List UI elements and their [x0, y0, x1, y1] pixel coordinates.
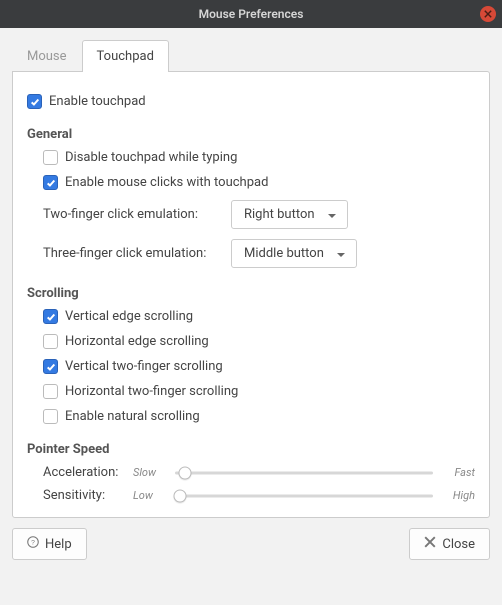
- horizontal-edge-checkbox[interactable]: [43, 334, 58, 349]
- tab-touchpad[interactable]: Touchpad: [82, 40, 169, 72]
- natural-scrolling-checkbox[interactable]: [43, 409, 58, 424]
- vertical-edge-checkbox[interactable]: [43, 309, 58, 324]
- vertical-edge-row: Vertical edge scrolling: [43, 309, 475, 324]
- slider-track: [175, 471, 433, 474]
- sensitivity-high: High: [443, 489, 475, 502]
- disable-while-typing-row: Disable touchpad while typing: [43, 150, 475, 165]
- three-finger-row: Three-finger click emulation: Middle but…: [43, 239, 475, 268]
- vertical-twofinger-row: Vertical two-finger scrolling: [43, 359, 475, 374]
- chevron-down-icon: [336, 249, 346, 259]
- horizontal-edge-row: Horizontal edge scrolling: [43, 334, 475, 349]
- acceleration-row: Acceleration: Slow Fast: [43, 465, 475, 480]
- titlebar: Mouse Preferences: [0, 0, 502, 28]
- two-finger-label: Two-finger click emulation:: [43, 207, 221, 222]
- natural-scrolling-label: Enable natural scrolling: [65, 409, 200, 424]
- enable-touchpad-checkbox[interactable]: [27, 94, 42, 109]
- section-title-scrolling: Scrolling: [27, 286, 475, 301]
- section-title-general: General: [27, 127, 475, 142]
- sensitivity-row: Sensitivity: Low High: [43, 488, 475, 503]
- three-finger-select[interactable]: Middle button: [231, 239, 357, 268]
- acceleration-label: Acceleration:: [43, 465, 123, 480]
- close-label: Close: [442, 537, 475, 552]
- vertical-twofinger-label: Vertical two-finger scrolling: [65, 359, 223, 374]
- slider-thumb[interactable]: [174, 489, 187, 502]
- scrolling-group: Vertical edge scrolling Horizontal edge …: [43, 309, 475, 424]
- sensitivity-label: Sensitivity:: [43, 488, 123, 503]
- two-finger-select[interactable]: Right button: [231, 200, 348, 229]
- chevron-down-icon: [327, 210, 337, 220]
- three-finger-value: Middle button: [244, 246, 324, 261]
- window-close-button[interactable]: [480, 6, 496, 22]
- horizontal-twofinger-row: Horizontal two-finger scrolling: [43, 384, 475, 399]
- enable-clicks-label: Enable mouse clicks with touchpad: [65, 175, 268, 190]
- general-group: Disable touchpad while typing Enable mou…: [43, 150, 475, 190]
- acceleration-low: Slow: [133, 466, 165, 479]
- disable-while-typing-checkbox[interactable]: [43, 150, 58, 165]
- svg-text:?: ?: [31, 540, 35, 547]
- three-finger-label: Three-finger click emulation:: [43, 246, 221, 261]
- slider-thumb[interactable]: [179, 466, 192, 479]
- slider-track: [175, 494, 433, 497]
- help-button[interactable]: ? Help: [12, 528, 87, 560]
- close-icon: [424, 536, 436, 552]
- enable-clicks-row: Enable mouse clicks with touchpad: [43, 175, 475, 190]
- acceleration-high: Fast: [443, 466, 475, 479]
- two-finger-value: Right button: [244, 207, 315, 222]
- enable-touchpad-row: Enable touchpad: [27, 94, 475, 109]
- footer: ? Help Close: [12, 528, 490, 560]
- two-finger-row: Two-finger click emulation: Right button: [43, 200, 475, 229]
- vertical-twofinger-checkbox[interactable]: [43, 359, 58, 374]
- horizontal-edge-label: Horizontal edge scrolling: [65, 334, 209, 349]
- acceleration-slider[interactable]: [175, 466, 433, 480]
- vertical-edge-label: Vertical edge scrolling: [65, 309, 193, 324]
- horizontal-twofinger-label: Horizontal two-finger scrolling: [65, 384, 238, 399]
- enable-touchpad-label: Enable touchpad: [49, 94, 146, 109]
- natural-scrolling-row: Enable natural scrolling: [43, 409, 475, 424]
- tab-mouse[interactable]: Mouse: [12, 40, 82, 72]
- tabs: Mouse Touchpad: [12, 40, 490, 72]
- content: Mouse Touchpad Enable touchpad General D…: [0, 28, 502, 570]
- disable-while-typing-label: Disable touchpad while typing: [65, 150, 237, 165]
- section-title-pointer: Pointer Speed: [27, 442, 475, 457]
- window-title: Mouse Preferences: [199, 7, 304, 21]
- close-button[interactable]: Close: [409, 528, 490, 560]
- help-icon: ?: [27, 536, 39, 552]
- help-label: Help: [45, 537, 72, 552]
- horizontal-twofinger-checkbox[interactable]: [43, 384, 58, 399]
- sensitivity-low: Low: [133, 489, 165, 502]
- enable-clicks-checkbox[interactable]: [43, 175, 58, 190]
- sensitivity-slider[interactable]: [175, 489, 433, 503]
- tab-panel-touchpad: Enable touchpad General Disable touchpad…: [12, 71, 490, 518]
